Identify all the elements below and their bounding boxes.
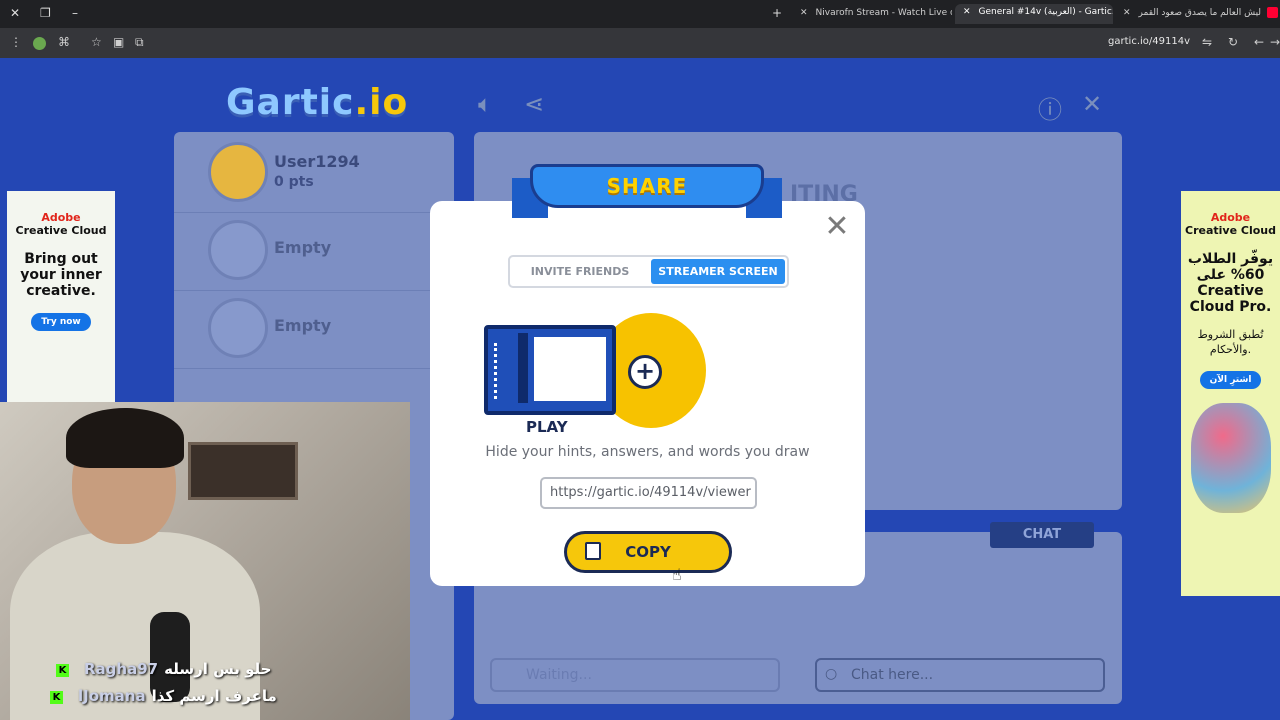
browser-tab-youtube[interactable]: ✕ ليش العالم ما يصدق صعود القمر: [1115, 4, 1280, 24]
share-tabs: INVITE FRIENDS STREAMER SCREEN: [508, 255, 789, 288]
plus-icon: +: [628, 355, 662, 389]
answer-input[interactable]: Waiting...: [490, 658, 780, 692]
ad-cta-button[interactable]: اشترِ الآن: [1199, 371, 1262, 389]
exit-icon[interactable]: ✕: [1082, 90, 1102, 118]
monitor-illustration: [484, 325, 616, 415]
tab-close-icon[interactable]: ✕: [963, 7, 971, 17]
chat-message: ماعرف ارسم كذا: [151, 687, 277, 705]
kick-icon: K: [56, 664, 69, 677]
restore-window-icon[interactable]: ❐: [40, 6, 51, 20]
empty-avatar-icon: [208, 298, 268, 358]
back-arrow-icon[interactable]: ←: [1254, 35, 1264, 49]
tab-title: Nivarofn Stream - Watch Live on: [815, 8, 952, 18]
monitor-dots: [494, 343, 502, 399]
divider: [174, 290, 454, 291]
ad-cta-button[interactable]: Try now: [31, 313, 91, 331]
bookmark-star-icon[interactable]: ☆: [91, 35, 102, 49]
copy-button[interactable]: COPY: [564, 531, 732, 573]
stream-chat-line: Ragha97 حلو بس ارسله: [84, 660, 271, 678]
ad-brand: Adobe: [41, 211, 81, 224]
chat-user: lJomana: [78, 687, 146, 705]
copy-icon: [585, 542, 601, 560]
monitor-sidebar: [518, 333, 528, 403]
player-points: 0 pts: [274, 174, 314, 190]
tab-invite-friends[interactable]: INVITE FRIENDS: [513, 259, 647, 284]
browser-tab-bar: ✕ ❐ – + ✕ Nivarofn Stream - Watch Live on…: [0, 0, 1280, 28]
browser-tab-stream[interactable]: ✕ Nivarofn Stream - Watch Live on: [792, 4, 952, 24]
ad-headline: يوفّر الطلاب 60% على Creative Cloud Pro.: [1187, 251, 1274, 315]
chat-placeholder: Chat here...: [851, 667, 934, 683]
tab-title: ليش العالم ما يصدق صعود القمر: [1138, 8, 1262, 18]
profile-avatar-icon[interactable]: [33, 37, 46, 50]
ad-headline: Bring out your inner creative.: [20, 251, 102, 299]
chat-message: حلو بس ارسله: [164, 660, 272, 678]
tab-close-icon[interactable]: ✕: [800, 8, 808, 18]
gartic-logo: Gartic.io: [226, 82, 408, 123]
ad-brand-sub: Creative Cloud: [15, 224, 107, 237]
wall-picture: [188, 442, 298, 500]
divider: [174, 212, 454, 213]
kick-icon: K: [50, 691, 63, 704]
player-name: Empty: [274, 238, 332, 257]
browser-address-bar: ⋮ ⌘ ☆ ▣ ⧉ gartic.io/49114v ⇋ ↻ ← →: [0, 28, 1280, 58]
ad-flower-illustration: [1190, 403, 1271, 513]
share-banner: SHARE: [512, 164, 782, 220]
reload-icon[interactable]: ↻: [1228, 35, 1238, 49]
player-avatar: [208, 142, 268, 202]
ad-brand-sub: Creative Cloud: [1185, 224, 1276, 237]
logo-io: .io: [354, 82, 409, 123]
translate-icon[interactable]: ▣: [113, 35, 124, 49]
ad-terms: تُطبق الشروط والأحكام.: [1197, 328, 1264, 356]
ad-right[interactable]: Adobe Creative Cloud يوفّر الطلاب 60% عل…: [1181, 191, 1280, 596]
info-icon[interactable]: ⓘ: [1038, 90, 1062, 125]
menu-kebab-icon[interactable]: ⋮: [10, 35, 22, 49]
extension-icon[interactable]: ⌘: [58, 35, 70, 49]
share-icon[interactable]: ⋖: [524, 90, 544, 118]
ad-left[interactable]: Adobe Creative Cloud Bring out your inne…: [7, 191, 115, 403]
tab-chat[interactable]: CHAT: [990, 522, 1094, 548]
youtube-favicon-icon: [1267, 7, 1279, 18]
tab-streamer-screen[interactable]: STREAMER SCREEN: [651, 259, 785, 284]
forward-arrow-icon[interactable]: →: [1270, 35, 1280, 49]
chat-input[interactable]: ○ Chat here...: [815, 658, 1105, 692]
new-tab-icon[interactable]: +: [772, 6, 782, 20]
chat-user: Ragha97: [84, 660, 159, 678]
player-row-empty: Empty: [208, 298, 448, 360]
logo-text: Gartic: [226, 82, 355, 123]
modal-title: SHARE: [530, 164, 764, 208]
tab-close-icon[interactable]: ✕: [1123, 8, 1131, 18]
sound-mute-icon[interactable]: 🔈︎: [478, 90, 492, 118]
address-url[interactable]: gartic.io/49114v: [1108, 36, 1190, 47]
streamer-description: Hide your hints, answers, and words you …: [485, 444, 810, 460]
ad-brand: Adobe: [1210, 211, 1251, 224]
play-label: PLAY: [526, 418, 568, 436]
browser-tab-gartic[interactable]: ✕ General #14v (العربية) - Gartic.io: [955, 4, 1113, 24]
mouse-pointer-icon: ☝: [672, 565, 682, 584]
copy-label: COPY: [625, 543, 671, 561]
minimize-window-icon[interactable]: –: [72, 6, 78, 20]
player-name: Empty: [274, 316, 332, 335]
player-row-empty: Empty: [208, 220, 448, 282]
player-row[interactable]: User1294 0 pts: [208, 142, 448, 204]
search-icon: ○: [825, 666, 838, 682]
tab-title: General #14v (العربية) - Gartic.io: [978, 7, 1113, 17]
player-name: User1294: [274, 152, 360, 171]
install-icon[interactable]: ⧉: [135, 35, 144, 50]
empty-avatar-icon: [208, 220, 268, 280]
streamer-hair: [66, 408, 184, 468]
close-window-icon[interactable]: ✕: [10, 6, 20, 20]
stream-chat-line: lJomana ماعرف ارسم كذا: [78, 687, 277, 705]
share-url-field[interactable]: https://gartic.io/49114v/viewer: [540, 477, 757, 509]
close-icon[interactable]: ✕: [823, 212, 851, 242]
monitor-screen: [534, 337, 606, 401]
divider: [174, 368, 454, 369]
site-settings-icon[interactable]: ⇋: [1202, 35, 1212, 49]
